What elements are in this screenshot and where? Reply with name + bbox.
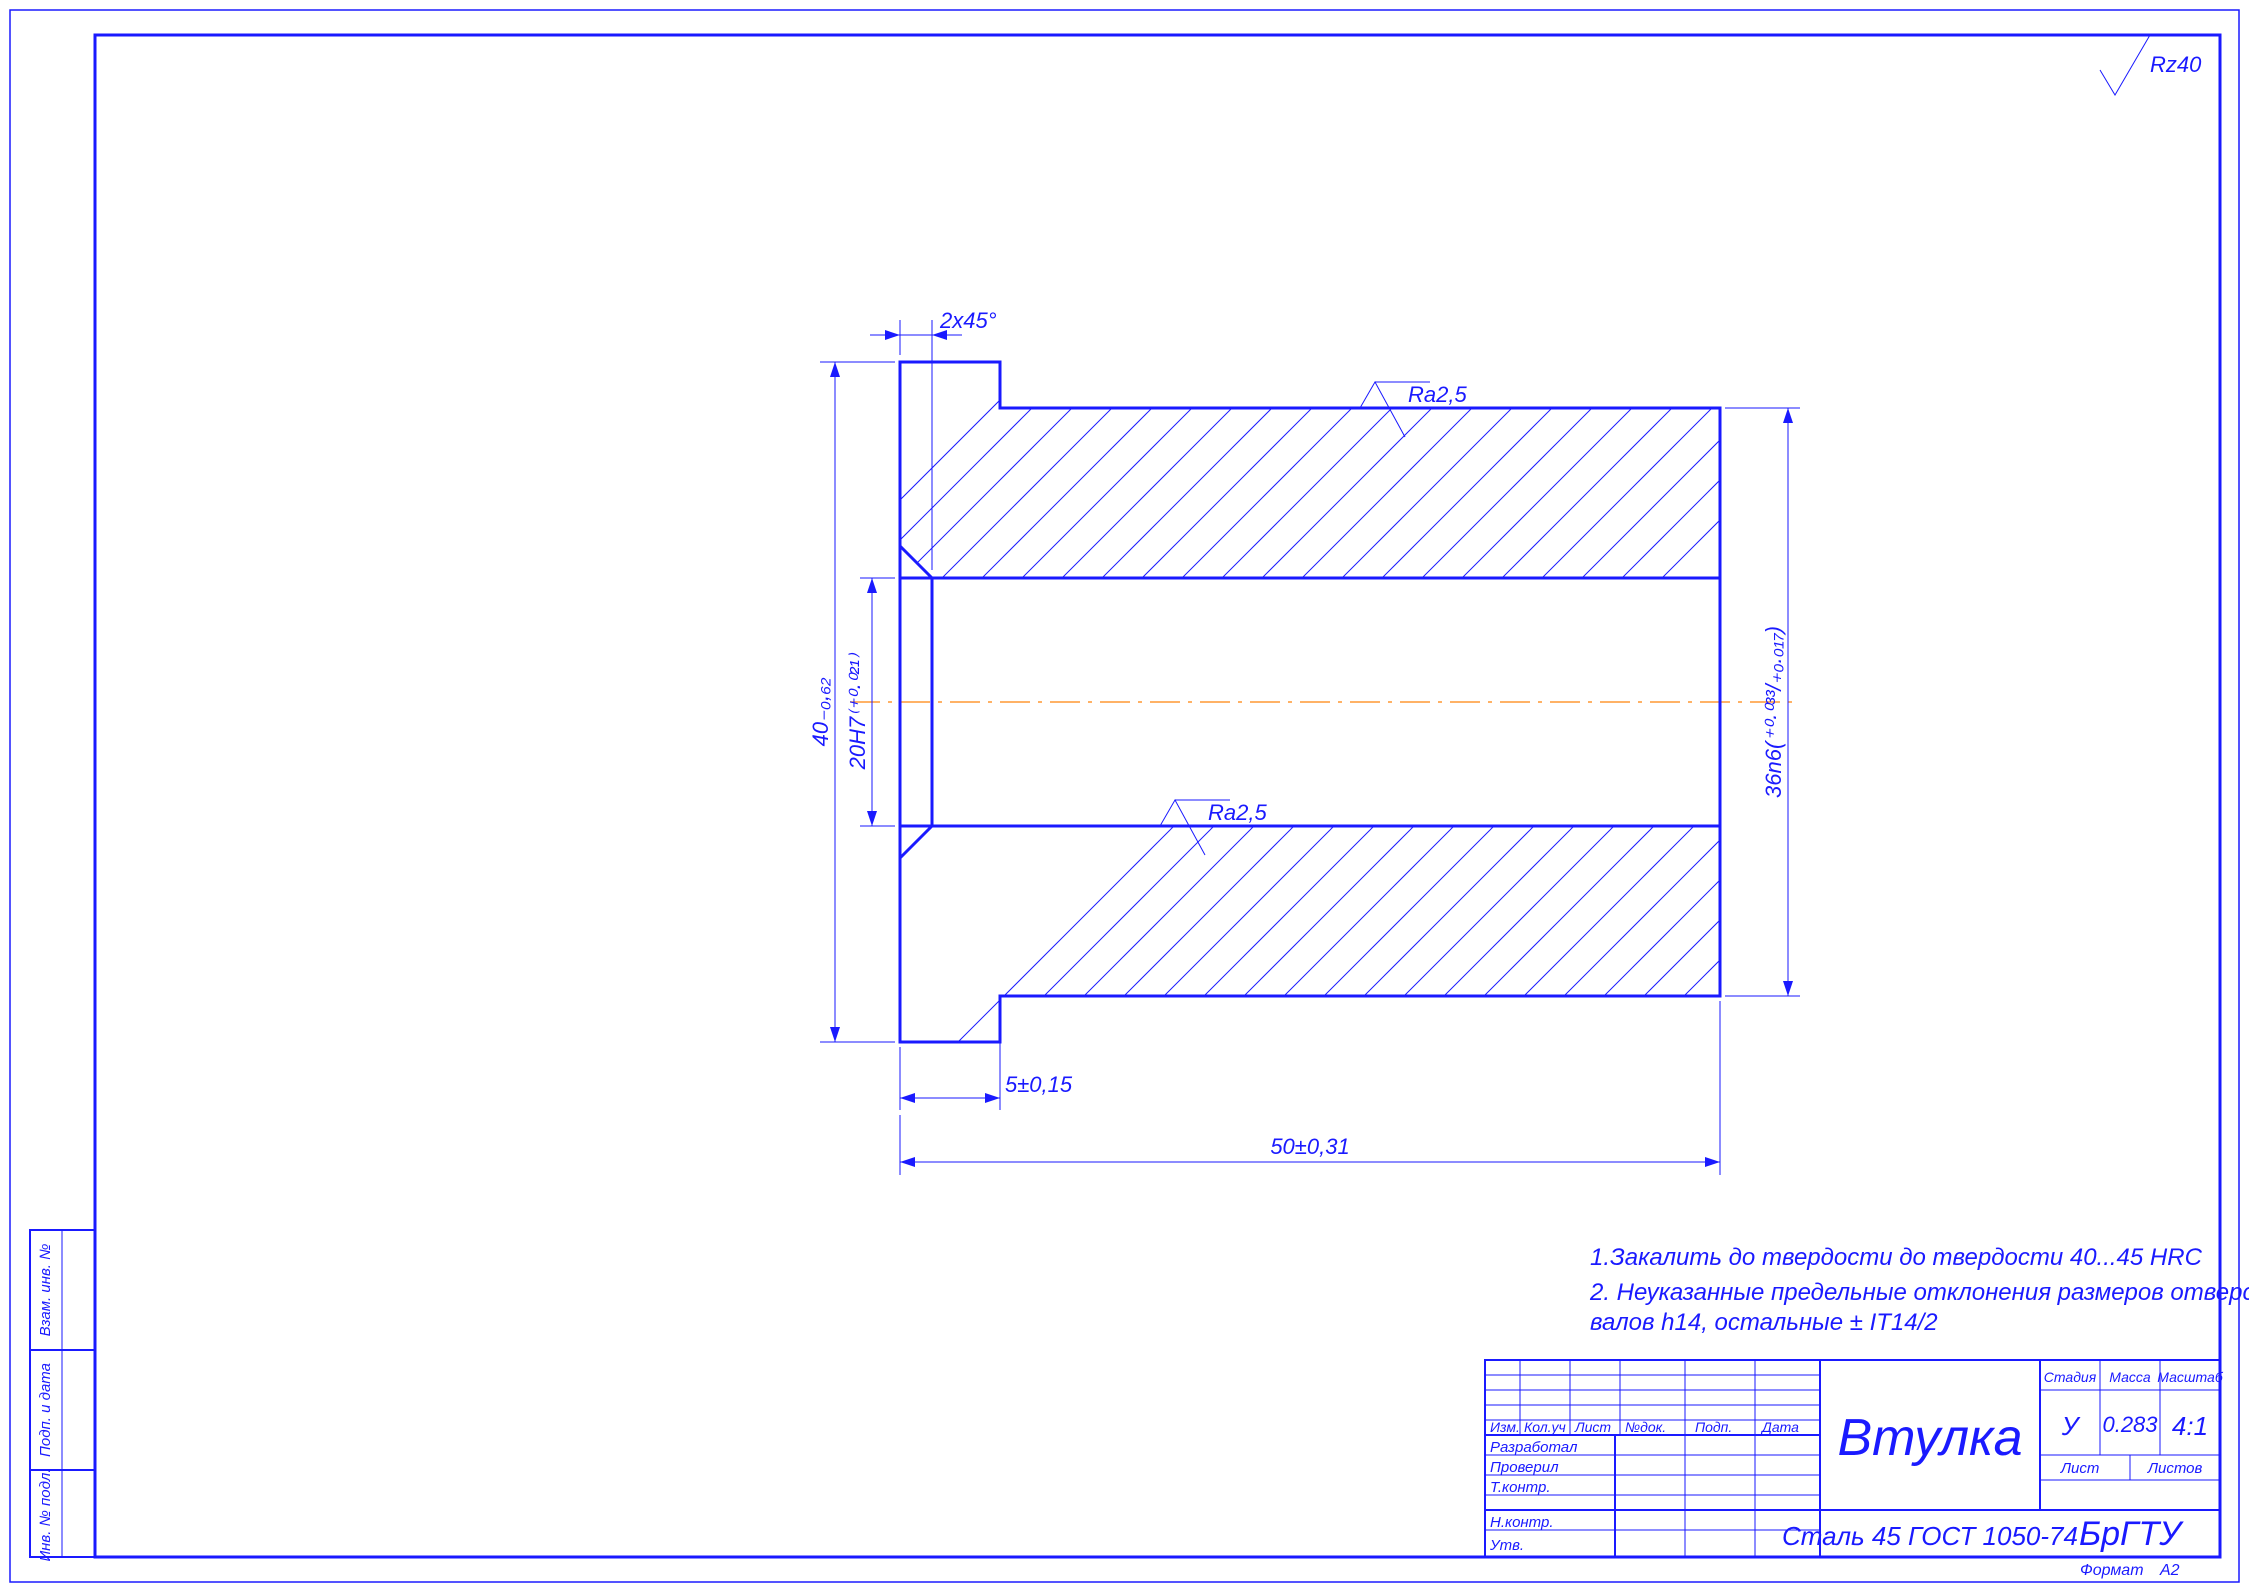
dim-bore-text: 20H7⁽⁺⁰·⁰²¹⁾ [845,652,870,770]
tb-izm: Изм. [1490,1419,1520,1435]
tb-razrab: Разработал [1490,1439,1578,1456]
tb-scale: 4:1 [2172,1411,2208,1441]
note-1: 1.Закалить до твердости до твердости 40.… [1590,1244,2203,1271]
tb-list: Лист [1574,1419,1611,1435]
surface-global-text: Rz40 [2150,52,2202,77]
tb-format: A2 [2159,1562,2180,1579]
tb-material: Сталь 45 ГОСТ 1050-74 [1782,1521,2078,1551]
surface-bore-top-text: Ra2,5 [1208,800,1267,825]
tb-tkontr: Т.контр. [1490,1479,1551,1496]
bushing-section [800,200,2040,1200]
tb-stage: У [2061,1411,2081,1441]
tb-sheets-hdr: Листов [2147,1460,2203,1477]
sb-inv-podl: Инв. № подл. [37,1468,54,1561]
tb-utv: Утв. [1489,1537,1524,1554]
tb-format-label: Формат [2080,1562,2144,1579]
binding-sidebar: Инв. № подл. Подп. и дата Взам. инв. № [30,1230,95,1562]
surface-global: Rz40 [2100,35,2202,95]
tb-sheet-hdr: Лист [2060,1460,2100,1477]
sb-vzam-inv: Взам. инв. № [37,1244,54,1337]
hatch-lower [800,800,2040,1200]
dim-body-od-text: 36n6(⁺⁰·⁰³³/₊₀.₀₁₇) [1761,626,1786,798]
tb-org: БрГТУ [2079,1515,2184,1553]
tb-mass: 0.283 [2102,1412,2158,1437]
sb-podp-data: Подп. и дата [37,1363,54,1457]
title-block: Изм. Кол.уч Лист №док. Подп. Дата Разраб… [1485,1360,2224,1579]
dim-chamfer-text: 2x45° [939,308,997,333]
note-3: валов h14, остальные ± IT14/2 [1590,1309,1938,1336]
tb-name: Втулка [1837,1409,2022,1467]
tb-kol: Кол.уч [1524,1419,1566,1435]
surface-body-od-text: Ra2,5 [1408,382,1467,407]
dim-total-len-text: 50±0,31 [1270,1134,1349,1159]
tb-ndok: №док. [1625,1419,1666,1435]
tb-data: Дата [1760,1419,1799,1435]
note-2: 2. Неуказанные предельные отклонения раз… [1589,1279,2249,1306]
dim-flange-len-text: 5±0,15 [1005,1072,1073,1097]
dim-flange-len: 5±0,15 [900,1001,1073,1110]
tb-mass-hdr: Масса [2109,1369,2151,1385]
dim-flange-od-text: 40₋₀,₆₂ [808,677,833,746]
tb-scale-hdr: Масштаб [2157,1369,2224,1385]
tb-podp: Подп. [1695,1419,1732,1435]
outer-border [10,10,2239,1582]
tb-stage-hdr: Стадия [2044,1369,2097,1385]
tb-prov: Проверил [1490,1459,1559,1476]
dim-chamfer: 2x45° [870,308,997,570]
tech-notes: 1.Закалить до твердости до твердости 40.… [1589,1244,2249,1336]
tb-nkontr: Н.контр. [1490,1514,1554,1531]
